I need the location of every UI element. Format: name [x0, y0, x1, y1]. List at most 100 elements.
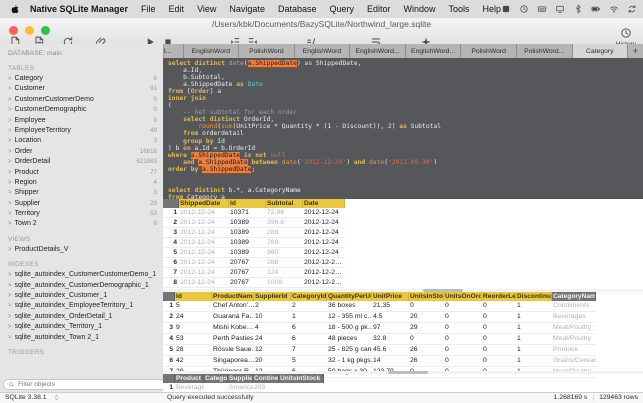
table-row[interactable]: 5 2012-12-24 10389 360 2012-12-24	[163, 248, 345, 258]
column-header-product[interactable]: Product	[175, 374, 204, 383]
tab-category[interactable]: Category	[572, 44, 629, 58]
column-header-unitprice[interactable]: UnitPrice	[372, 292, 409, 301]
menu-item-help[interactable]: Help	[483, 4, 502, 14]
tab-polishword[interactable]: PolishWord	[461, 44, 517, 58]
table-row[interactable]: 2 2012-12-24 10389 396.8 2012-12-24	[163, 218, 345, 228]
sidebar-item-sqlite-autoindex-orderdetail-1[interactable]: > sqlite_autoindex_OrderDetail_1	[0, 312, 163, 322]
code-line: ) b on a.Id = b.OrderId	[168, 144, 256, 152]
wifi-icon[interactable]	[609, 4, 619, 14]
tab-polishword-[interactable]: PolishWord...	[516, 44, 573, 58]
version-stepper-icon[interactable]	[53, 394, 60, 401]
menu-item-native-sqlite-manager[interactable]: Native SQLite Manager	[30, 4, 128, 14]
sidebar-item-sqlite-autoindex-town-2-1[interactable]: > sqlite_autoindex_Town 2_1	[0, 333, 163, 343]
sidebar-item-region[interactable]: > Region 4	[0, 178, 163, 188]
menu-item-editor[interactable]: Editor	[367, 4, 391, 14]
menu-item-database[interactable]: Database	[278, 4, 317, 14]
column-header-quantityperunit[interactable]: QuantityPerUnit	[327, 292, 372, 301]
column-header-unitsonorder[interactable]: UnitsOnOrder	[444, 292, 482, 301]
sql-editor[interactable]: select distinct date(a.ShippedDate) as S…	[163, 58, 643, 201]
menu-item-tools[interactable]: Tools	[449, 4, 470, 14]
column-header-productname[interactable]: ProductName	[212, 292, 254, 301]
display-icon[interactable]	[555, 4, 565, 14]
add-tab-button[interactable]: +	[628, 44, 643, 58]
disclosure-icon: >	[8, 282, 12, 289]
sidebar-item-orderdetail[interactable]: > OrderDetail 621883	[0, 157, 163, 167]
table-cell: 9	[176, 324, 180, 331]
table-row[interactable]: 2 24 Guaraná Fa… 10 1 12 - 355 ml c… 4.5 20 0 0 1 B…	[163, 312, 596, 323]
column-header-date[interactable]: Date	[303, 199, 345, 208]
column-header-unitsinstock[interactable]: UnitsInStock	[409, 292, 444, 301]
table-row[interactable]: 6 2012-12-24 20767 288 2012-12-2…	[163, 258, 345, 268]
table-row[interactable]: 6 42 Singaporea… 20 5 32 - 1 kg pkgs. 14 26 0 0 1 G…	[163, 356, 596, 367]
column-header-reorderlevel[interactable]: ReorderLevel	[482, 292, 516, 301]
sidebar-item-employeeterritory[interactable]: > EmployeeTerritory 49	[0, 126, 163, 136]
column-header-subtotal[interactable]: Subtotal	[266, 199, 303, 208]
table-row[interactable]: 3 9 Mishi Kobe… 4 6 18 - 500 g pk… 97 29 0 0 1 Meat…	[163, 323, 596, 334]
sidebar-item-category[interactable]: > Category 8	[0, 74, 163, 84]
sidebar-item-customerdemographic[interactable]: > CustomerDemographic 0	[0, 105, 163, 115]
table-row[interactable]: 8 2012-12-24 20767 1008 2012-12-2…	[163, 278, 345, 288]
sidebar-item-town-2[interactable]: > Town 2 6	[0, 219, 163, 229]
table-cell: 2012-12-24	[304, 239, 339, 246]
tab-polishword[interactable]: PolishWord	[239, 44, 295, 58]
sidebar-item-territory[interactable]: > Territory 53	[0, 209, 163, 219]
sidebar-item-product[interactable]: > Product 77	[0, 168, 163, 178]
tab-englishword-[interactable]: EnglishWord...	[405, 44, 462, 58]
sidebar-item-label: Town 2	[14, 220, 37, 228]
bluetooth-icon[interactable]	[573, 4, 583, 14]
column-header-unitsinstock[interactable]: UnitsInStock	[279, 374, 324, 383]
sidebar: DATABASE: main TABLES > Category 8 > Customer…	[0, 44, 164, 392]
menu-item-window[interactable]: Window	[404, 4, 436, 14]
sidebar-item-sqlite-autoindex-customer-1[interactable]: > sqlite_autoindex_Customer_1	[0, 291, 163, 301]
table-row[interactable]: 1 5 Chef Anton'… 2 2 36 boxes 21.35 0 0 0 1 Condime…	[163, 301, 596, 312]
sidebar-item-location[interactable]: > Location 3	[0, 136, 163, 146]
column-header-id[interactable]: Id	[175, 292, 212, 301]
table-row[interactable]: 3 2012-12-24 10389 288 2012-12-24	[163, 228, 345, 238]
column-header-categoryid[interactable]: CategoryId	[291, 292, 327, 301]
column-header-supplier[interactable]: Supplier	[228, 374, 253, 383]
table-row[interactable]: 1 2012-12-24 10371 72.96 2012-12-24	[163, 208, 345, 218]
sidebar-item-sqlite-autoindex-customerdemographic-1[interactable]: > sqlite_autoindex_CustomerDemographic_1	[0, 281, 163, 291]
menu-item-query[interactable]: Query	[329, 4, 354, 14]
column-header-continent[interactable]: Continent	[253, 374, 279, 383]
column-header-discontinued[interactable]: Discontinued	[516, 292, 552, 301]
column-header-supplierid[interactable]: SupplierId	[254, 292, 291, 301]
filter-objects-input[interactable]	[18, 380, 162, 389]
battery-icon[interactable]	[591, 4, 601, 14]
sidebar-item-customer[interactable]: > Customer 91	[0, 84, 163, 94]
tab-englishword[interactable]: EnglishWord	[183, 44, 240, 58]
keyboard-icon[interactable]	[537, 4, 547, 14]
menu-item-navigate[interactable]: Navigate	[229, 4, 265, 14]
table-row[interactable]: 4 2012-12-24 10389 788 2012-12-24	[163, 238, 345, 248]
disclosure-icon: >	[8, 76, 12, 82]
column-header-id[interactable]: Id	[229, 199, 266, 208]
column-header-categoryname[interactable]: CategoryName	[552, 292, 596, 301]
sidebar-item-sqlite-autoindex-territory-1[interactable]: > sqlite_autoindex_Territory_1	[0, 322, 163, 332]
table-row[interactable]: 7 2012-12-24 20767 124 2012-12-2…	[163, 268, 345, 278]
tab-englishword-[interactable]: EnglishWord...	[350, 44, 406, 58]
sidebar-item-supplier[interactable]: > Supplier 29	[0, 199, 163, 209]
corner-cell	[163, 374, 175, 383]
sidebar-item-employee[interactable]: > Employee 9	[0, 116, 163, 126]
menu-item-file[interactable]: File	[141, 4, 156, 14]
table-cell: 2012-12-24	[304, 209, 339, 216]
sync-icon[interactable]	[627, 4, 637, 14]
column-header-shippeddate[interactable]: ShippedDate	[179, 199, 229, 208]
sidebar-item-shipper[interactable]: > Shipper 3	[0, 188, 163, 198]
sidebar-item-order[interactable]: > Order 16818	[0, 147, 163, 157]
sidebar-item-customercustomerdemo[interactable]: > CustomerCustomerDemo 0	[0, 95, 163, 105]
clock-icon[interactable]	[519, 4, 529, 14]
result-grid-2: Id ProductName SupplierId CategoryId Quantit…	[163, 292, 596, 378]
tab-englishword[interactable]: EnglishWord	[294, 44, 351, 58]
sidebar-item-productdetails-v[interactable]: > ProductDetails_V	[0, 245, 163, 255]
sidebar-item-sqlite-autoindex-employeeterritory-1[interactable]: > sqlite_autoindex_EmployeeTerritory_1	[0, 301, 163, 311]
column-header-category[interactable]: Category	[204, 374, 228, 383]
table-row[interactable]: 5 28 Rössle Saue… 12 7 25 - 825 g cans 45.6 26 0…	[163, 345, 596, 356]
menu-item-edit[interactable]: Edit	[169, 4, 185, 14]
apple-menu-icon[interactable]	[9, 4, 20, 15]
app-square-icon[interactable]	[501, 4, 511, 14]
menu-item-view[interactable]: View	[197, 4, 216, 14]
table-row[interactable]: 4 53 Perth Pasties 24 6 48 pieces 32.8 0 0 0 1 Meat…	[163, 334, 596, 345]
grid2-hscroll-thumb[interactable]	[388, 371, 428, 374]
sidebar-item-sqlite-autoindex-customercustomerdemo-1[interactable]: > sqlite_autoindex_CustomerCustomerDemo_1	[0, 270, 163, 280]
